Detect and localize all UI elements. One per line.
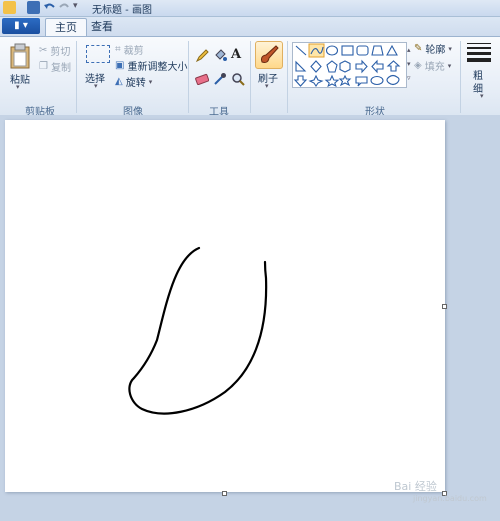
crop-button[interactable]: ⌗ 裁剪: [115, 42, 144, 57]
paste-icon[interactable]: [9, 43, 31, 69]
ribbon-tabs: ▮ ▾ 主页 查看: [0, 17, 500, 36]
outline-icon: ✎: [414, 43, 423, 54]
paste-label[interactable]: 粘贴: [10, 71, 30, 86]
fill-bucket-icon[interactable]: [213, 49, 227, 63]
app-icon: [3, 1, 16, 14]
shapes-scroll[interactable]: ▴ ▾ ▿: [406, 43, 414, 87]
eraser-icon[interactable]: [195, 73, 209, 85]
scissors-icon: ✂: [39, 45, 48, 56]
rotate-icon: ◭: [115, 76, 123, 87]
rotate-dropdown-icon: ▾: [148, 77, 153, 86]
canvas-drawing: [128, 246, 268, 415]
fill-label: 填充: [424, 62, 445, 73]
save-icon[interactable]: [27, 1, 40, 14]
resize-icon: ▣: [115, 60, 125, 71]
size-icon[interactable]: [467, 43, 491, 62]
magnifier-icon[interactable]: [231, 72, 245, 86]
copy-label: 复制: [50, 63, 71, 74]
group-divider: [188, 41, 189, 113]
crop-label: 裁剪: [123, 46, 144, 57]
brushes-dropdown-icon[interactable]: ▾: [265, 82, 269, 90]
outline-label: 轮廓: [425, 45, 446, 56]
group-divider: [460, 41, 461, 113]
shapes-gallery: [292, 42, 407, 88]
brushes-button[interactable]: [255, 41, 283, 69]
redo-icon[interactable]: [58, 1, 71, 14]
undo-icon[interactable]: [43, 1, 56, 14]
brush-icon: [261, 45, 279, 63]
window-title: 无标题 - 画图: [92, 5, 152, 16]
rotate-label: 旋转: [125, 78, 146, 89]
paste-dropdown-icon[interactable]: ▾: [16, 83, 20, 91]
cut-label: 剪切: [50, 47, 71, 58]
rotate-button[interactable]: ◭ 旋转 ▾: [115, 74, 152, 89]
select-dropdown-icon[interactable]: ▾: [94, 82, 98, 90]
canvas-resize-handle-bottom[interactable]: [222, 491, 227, 496]
select-icon[interactable]: [86, 45, 110, 63]
watermark-url: jingyan.baidu.com: [413, 494, 487, 503]
color-picker-icon[interactable]: [213, 72, 227, 86]
watermark-logo: Bai 经验: [394, 480, 437, 493]
outline-dropdown-icon: ▾: [448, 44, 452, 53]
tab-view[interactable]: 查看: [82, 18, 122, 35]
ribbon: 粘贴 ▾ ✂ 剪切 ❐ 复制 剪贴板 选择 ▾ ⌗ 裁剪 ▣ 重新调整大小 ◭ 旋转 ▾ 图…: [0, 36, 500, 118]
crop-icon: ⌗: [115, 44, 121, 55]
pencil-icon[interactable]: [195, 49, 209, 63]
fill-icon: ◈: [414, 60, 422, 71]
group-divider: [76, 41, 77, 113]
resize-button[interactable]: ▣ 重新调整大小: [115, 58, 187, 73]
drawing-canvas[interactable]: [5, 120, 445, 492]
fill-button[interactable]: ◈ 填充 ▾: [414, 58, 451, 73]
group-divider: [250, 41, 251, 113]
file-menu-button[interactable]: ▮ ▾: [2, 18, 40, 34]
shapes-gallery-icons: [293, 43, 401, 87]
cut-button[interactable]: ✂ 剪切: [39, 43, 70, 58]
copy-icon: ❐: [39, 61, 48, 72]
tab-home[interactable]: 主页: [45, 18, 87, 36]
group-divider: [287, 41, 288, 113]
fill-dropdown-icon: ▾: [447, 61, 452, 70]
outline-button[interactable]: ✎ 轮廓 ▾: [414, 41, 452, 56]
canvas-resize-handle-right[interactable]: [442, 304, 447, 309]
title-bar: ▾ 无标题 - 画图: [0, 0, 500, 17]
copy-button[interactable]: ❐ 复制: [39, 59, 71, 74]
text-tool-icon[interactable]: A: [231, 47, 241, 62]
customize-qat-icon[interactable]: ▾: [73, 1, 86, 14]
resize-label: 重新调整大小: [127, 62, 188, 73]
size-dropdown-icon[interactable]: ▾: [480, 92, 484, 100]
